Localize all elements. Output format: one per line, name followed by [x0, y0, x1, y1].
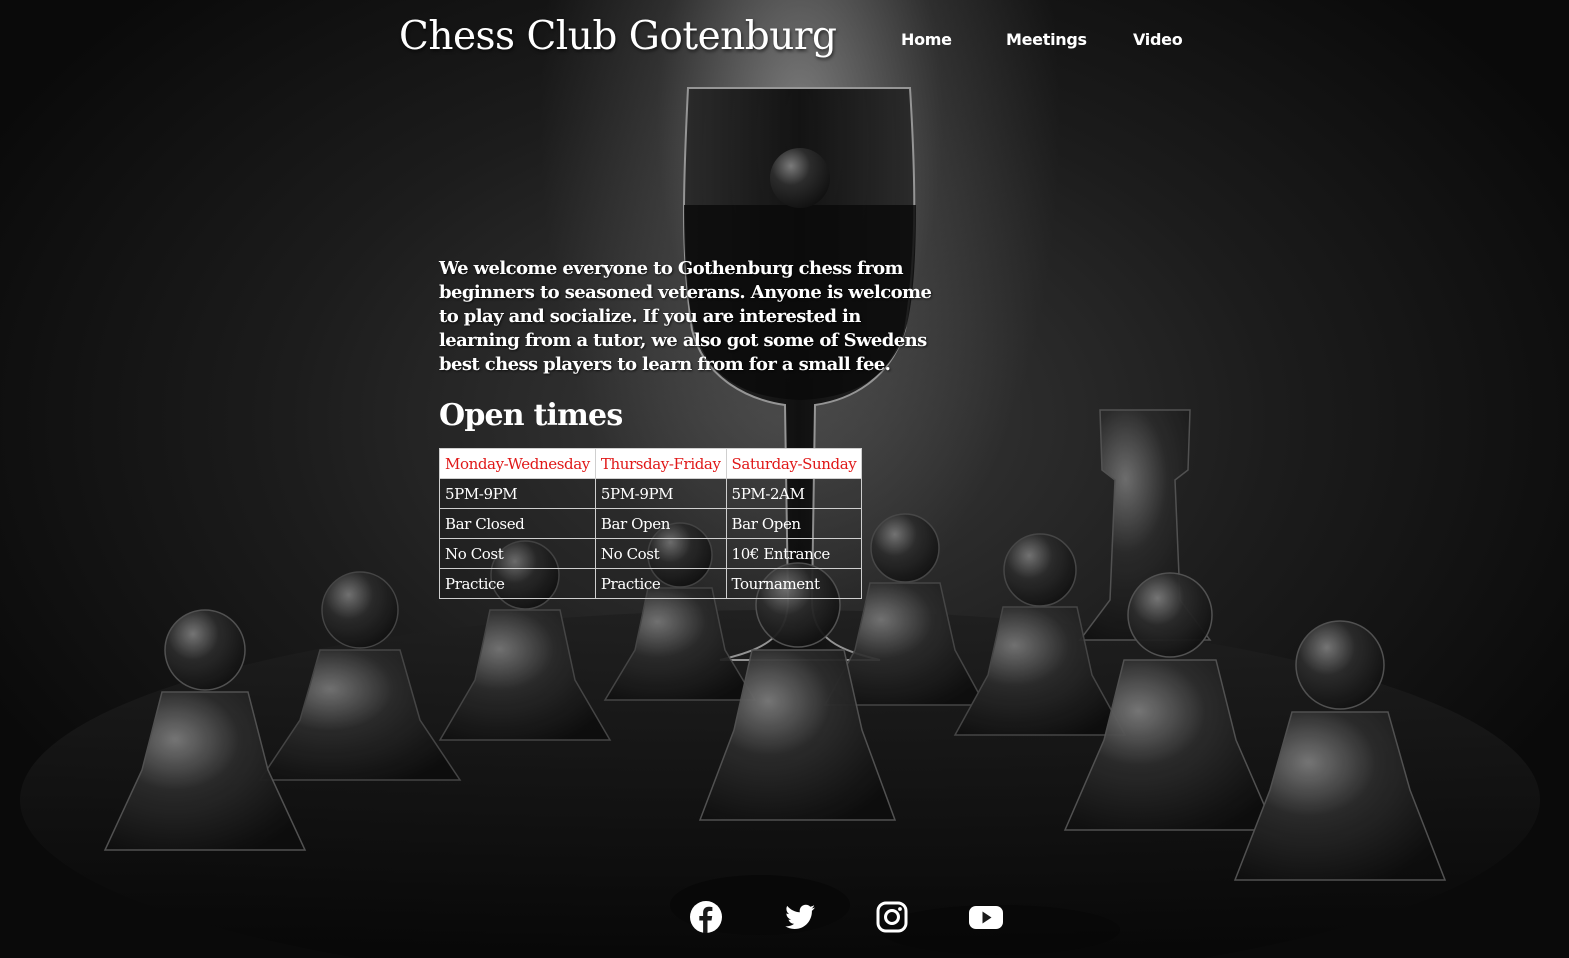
table-cell: Bar Open [725, 508, 863, 539]
nav-video-link[interactable]: Video [1133, 30, 1183, 49]
table-cell: Tournament [725, 568, 863, 599]
nav-meetings-link[interactable]: Meetings [1006, 30, 1087, 49]
table-header-cell: Monday-Wednesday [439, 448, 596, 479]
table-cell: No Cost [594, 538, 727, 569]
table-cell: 5PM-9PM [594, 478, 727, 509]
facebook-icon [690, 901, 722, 933]
table-cell: Bar Open [594, 508, 727, 539]
open-times-heading: Open times [439, 398, 623, 433]
facebook-link[interactable] [688, 899, 724, 935]
page: Chess Club Gotenburg Home Meetings Video… [0, 0, 1569, 958]
table-cell: Bar Closed [439, 508, 596, 539]
table-cell: 10€ Entrance [725, 538, 863, 569]
table-header-cell: Saturday-Sunday [725, 448, 863, 479]
table-row: No Cost No Cost 10€ Entrance [439, 538, 863, 569]
table-cell: 5PM-2AM [725, 478, 863, 509]
table-cell: Practice [594, 568, 727, 599]
twitter-link[interactable] [782, 899, 818, 935]
site-title: Chess Club Gotenburg [399, 14, 837, 59]
nav-home-link[interactable]: Home [901, 30, 952, 49]
table-header-cell: Thursday-Friday [594, 448, 727, 479]
table-row: Practice Practice Tournament [439, 568, 863, 599]
table-cell: Practice [439, 568, 596, 599]
table-cell: No Cost [439, 538, 596, 569]
youtube-link[interactable] [968, 899, 1004, 935]
youtube-icon [969, 906, 1003, 929]
table-header-row: Monday-Wednesday Thursday-Friday Saturda… [439, 448, 863, 479]
instagram-icon [876, 901, 908, 933]
open-times-table: Monday-Wednesday Thursday-Friday Saturda… [439, 448, 863, 599]
table-cell: 5PM-9PM [439, 478, 596, 509]
social-links [0, 899, 1569, 939]
table-row: 5PM-9PM 5PM-9PM 5PM-2AM [439, 478, 863, 509]
table-row: Bar Closed Bar Open Bar Open [439, 508, 863, 539]
instagram-link[interactable] [874, 899, 910, 935]
twitter-icon [785, 904, 815, 929]
intro-text: We welcome everyone to Gothenburg chess … [439, 258, 932, 375]
